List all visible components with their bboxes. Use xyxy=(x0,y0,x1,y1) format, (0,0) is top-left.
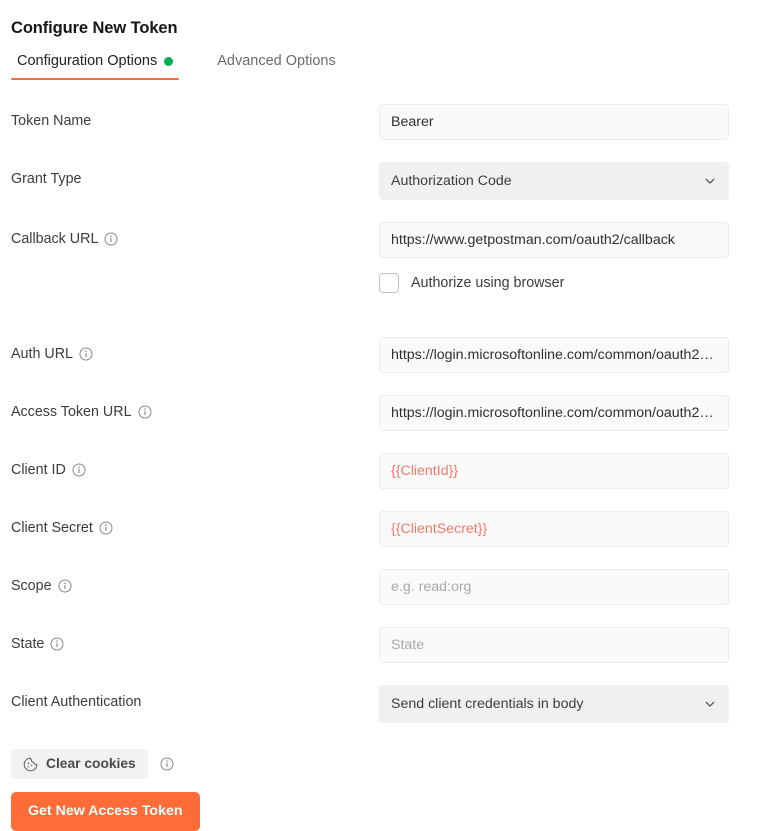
row-state: State State xyxy=(11,627,747,663)
token-name-input[interactable]: Bearer xyxy=(379,104,729,140)
info-icon[interactable] xyxy=(50,637,64,651)
clear-cookies-label: Clear cookies xyxy=(46,756,136,772)
client-secret-input[interactable]: {{ClientSecret}} xyxy=(379,511,729,547)
cookie-icon xyxy=(23,757,38,772)
state-input[interactable]: State xyxy=(379,627,729,663)
grant-type-select[interactable]: Authorization Code xyxy=(379,162,729,200)
token-config-form: Token Name Bearer Grant Type Authorizati… xyxy=(11,104,747,723)
label-scope-text: Scope xyxy=(11,577,52,595)
tab-configuration-options-label: Configuration Options xyxy=(17,52,157,71)
label-scope: Scope xyxy=(11,569,379,595)
configure-token-panel: Configure New Token Configuration Option… xyxy=(0,0,763,828)
label-access-token-url: Access Token URL xyxy=(11,395,379,421)
auth-url-input[interactable]: https://login.microsoftonline.com/common… xyxy=(379,337,729,373)
label-client-authentication: Client Authentication xyxy=(11,685,379,711)
row-client-id: Client ID {{ClientId}} xyxy=(11,453,747,489)
label-client-id-text: Client ID xyxy=(11,461,66,479)
info-icon[interactable] xyxy=(58,579,72,593)
row-grant-type: Grant Type Authorization Code xyxy=(11,162,747,200)
client-authentication-select[interactable]: Send client credentials in body xyxy=(379,685,729,723)
info-icon[interactable] xyxy=(72,463,86,477)
row-auth-url: Auth URL https://login.microsoftonline.c… xyxy=(11,337,747,373)
label-token-name: Token Name xyxy=(11,104,379,130)
label-token-name-text: Token Name xyxy=(11,112,91,130)
get-new-access-token-button[interactable]: Get New Access Token xyxy=(11,792,200,831)
label-client-id: Client ID xyxy=(11,453,379,479)
page-title: Configure New Token xyxy=(11,18,747,38)
tab-advanced-options-label: Advanced Options xyxy=(217,52,336,71)
tab-bar: Configuration Options Advanced Options xyxy=(11,51,747,80)
label-auth-url: Auth URL xyxy=(11,337,379,363)
chevron-down-icon xyxy=(703,697,717,711)
label-auth-url-text: Auth URL xyxy=(11,345,73,363)
authorize-using-browser-checkbox[interactable] xyxy=(379,273,399,293)
label-callback-url-text: Callback URL xyxy=(11,230,98,248)
info-icon[interactable] xyxy=(104,232,118,246)
clear-cookies-row: Clear cookies xyxy=(11,749,747,779)
authorize-using-browser-row: Authorize using browser xyxy=(379,273,747,293)
label-client-secret: Client Secret xyxy=(11,511,379,537)
info-icon[interactable] xyxy=(79,347,93,361)
row-callback-url: Callback URL https://www.getpostman.com/… xyxy=(11,222,747,258)
tab-advanced-options[interactable]: Advanced Options xyxy=(211,51,342,80)
authorize-using-browser-label[interactable]: Authorize using browser xyxy=(411,275,564,291)
callback-url-input[interactable]: https://www.getpostman.com/oauth2/callba… xyxy=(379,222,729,258)
label-access-token-url-text: Access Token URL xyxy=(11,403,132,421)
client-authentication-value: Send client credentials in body xyxy=(391,696,583,712)
form-footer: Clear cookies Get New Access Token xyxy=(11,749,747,831)
chevron-down-icon xyxy=(703,174,717,188)
clear-cookies-button[interactable]: Clear cookies xyxy=(11,749,148,779)
row-token-name: Token Name Bearer xyxy=(11,104,747,140)
status-dot-icon xyxy=(164,57,173,66)
info-icon[interactable] xyxy=(138,405,152,419)
label-callback-url: Callback URL xyxy=(11,222,379,248)
row-authorize-using-browser: Authorize using browser xyxy=(11,277,747,315)
label-state-text: State xyxy=(11,635,44,653)
row-scope: Scope e.g. read:org xyxy=(11,569,747,605)
scope-input[interactable]: e.g. read:org xyxy=(379,569,729,605)
info-icon[interactable] xyxy=(160,757,174,771)
label-client-authentication-text: Client Authentication xyxy=(11,693,141,711)
grant-type-value: Authorization Code xyxy=(391,173,512,189)
label-client-secret-text: Client Secret xyxy=(11,519,93,537)
client-id-input[interactable]: {{ClientId}} xyxy=(379,453,729,489)
row-client-secret: Client Secret {{ClientSecret}} xyxy=(11,511,747,547)
label-grant-type-text: Grant Type xyxy=(11,170,81,188)
label-grant-type: Grant Type xyxy=(11,162,379,188)
info-icon[interactable] xyxy=(99,521,113,535)
row-access-token-url: Access Token URL https://login.microsoft… xyxy=(11,395,747,431)
tab-configuration-options[interactable]: Configuration Options xyxy=(11,51,179,80)
label-state: State xyxy=(11,627,379,653)
row-client-authentication: Client Authentication Send client creden… xyxy=(11,685,747,723)
access-token-url-input[interactable]: https://login.microsoftonline.com/common… xyxy=(379,395,729,431)
